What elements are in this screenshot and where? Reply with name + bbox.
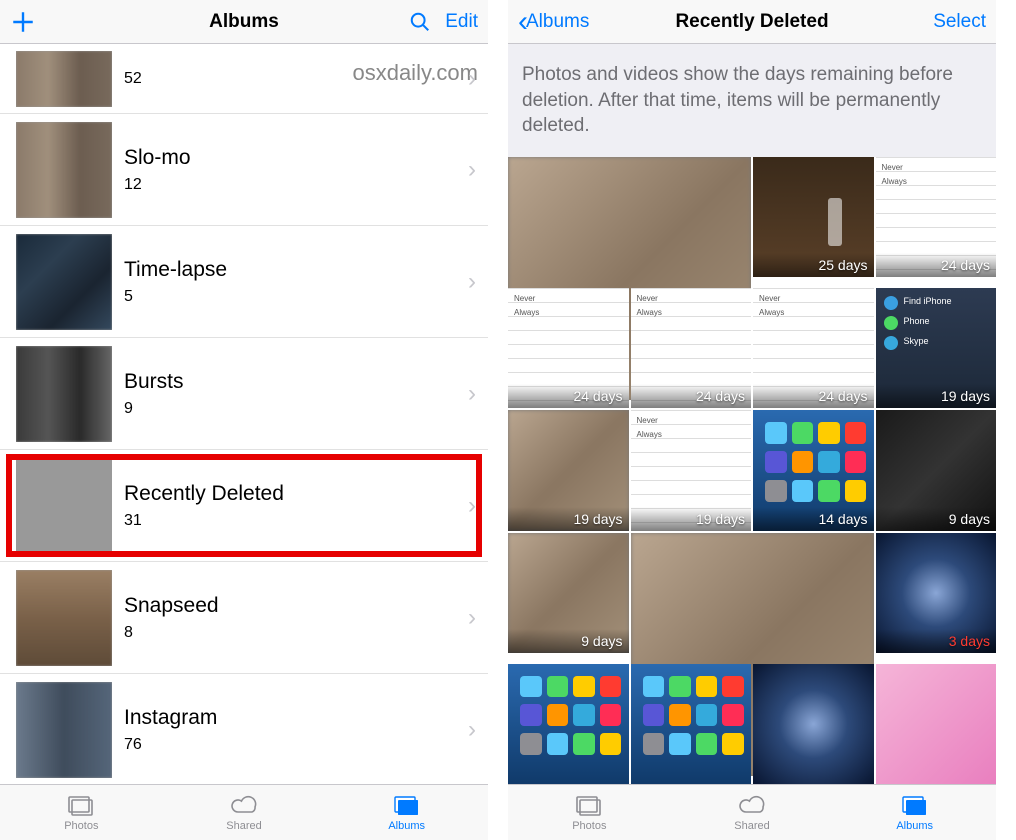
album-row[interactable]: Snapseed 8 › bbox=[0, 562, 488, 674]
tab-shared[interactable]: Shared bbox=[671, 785, 834, 840]
info-banner: Photos and videos show the days remainin… bbox=[508, 44, 996, 157]
album-row[interactable]: Instagram 76 › bbox=[0, 674, 488, 784]
chevron-right-icon: › bbox=[468, 268, 476, 296]
photo-thumbnail[interactable] bbox=[508, 664, 629, 785]
album-row[interactable]: Slo-mo 12 › bbox=[0, 114, 488, 226]
days-remaining-label: 9 days bbox=[876, 507, 997, 531]
photo-thumbnail[interactable]: NeverAlways19 days bbox=[631, 410, 752, 531]
album-count: 12 bbox=[124, 176, 468, 194]
album-title: Time-lapse bbox=[124, 258, 468, 282]
album-thumbnail bbox=[16, 51, 112, 107]
album-count: 8 bbox=[124, 624, 468, 642]
chevron-right-icon: › bbox=[468, 156, 476, 184]
photo-thumbnail[interactable]: NeverAlways24 days bbox=[508, 288, 629, 409]
cloud-icon bbox=[229, 794, 259, 818]
album-count: 5 bbox=[124, 288, 468, 306]
album-title: Snapseed bbox=[124, 594, 468, 618]
tab-label: Photos bbox=[64, 820, 98, 832]
chevron-right-icon: › bbox=[468, 65, 476, 93]
album-count: 9 bbox=[124, 400, 468, 418]
tab-bar: Photos Shared Albums bbox=[0, 784, 488, 840]
photo-grid: 25 daysNeverAlways24 daysNeverAlways24 d… bbox=[508, 157, 996, 784]
photo-thumbnail[interactable]: NeverAlways24 days bbox=[753, 288, 874, 409]
tab-label: Photos bbox=[572, 820, 606, 832]
album-thumbnail bbox=[16, 234, 112, 330]
chevron-right-icon: › bbox=[468, 604, 476, 632]
cloud-icon bbox=[737, 794, 767, 818]
days-remaining-label: 19 days bbox=[508, 507, 629, 531]
albums-icon bbox=[392, 794, 422, 818]
albums-icon bbox=[900, 794, 930, 818]
tab-bar: Photos Shared Albums bbox=[508, 784, 996, 840]
album-thumbnail bbox=[16, 570, 112, 666]
album-thumbnail bbox=[16, 346, 112, 442]
days-remaining-label: 3 days bbox=[876, 629, 997, 653]
days-remaining-label: 9 days bbox=[508, 629, 629, 653]
photo-thumbnail[interactable] bbox=[631, 664, 752, 785]
recently-deleted-screen: ‹ Albums Recently Deleted Select Photos … bbox=[508, 0, 996, 840]
days-remaining-label: 24 days bbox=[876, 253, 997, 277]
albums-list: 52 › Slo-mo 12 › Time-lapse 5 › Bursts 9 bbox=[0, 44, 488, 784]
photo-thumbnail[interactable]: NeverAlways24 days bbox=[631, 288, 752, 409]
photo-thumbnail[interactable]: 14 days bbox=[753, 410, 874, 531]
tab-label: Albums bbox=[896, 820, 933, 832]
nav-title: Recently Deleted bbox=[638, 11, 866, 33]
photo-thumbnail[interactable]: 9 days bbox=[876, 410, 997, 531]
album-count: 31 bbox=[124, 512, 468, 530]
album-row[interactable]: 52 › bbox=[0, 44, 488, 114]
nav-bar: ‹ Albums Recently Deleted Select bbox=[508, 0, 996, 44]
chevron-right-icon: › bbox=[468, 492, 476, 520]
tab-label: Shared bbox=[226, 820, 261, 832]
photo-thumbnail[interactable]: 19 days bbox=[508, 410, 629, 531]
photo-thumbnail[interactable] bbox=[753, 664, 874, 785]
album-title: Instagram bbox=[124, 706, 468, 730]
album-thumbnail bbox=[16, 682, 112, 778]
album-count: 76 bbox=[124, 736, 468, 754]
photo-thumbnail[interactable] bbox=[876, 664, 997, 785]
days-remaining-label: 14 days bbox=[753, 507, 874, 531]
add-album-button[interactable] bbox=[10, 9, 36, 35]
days-remaining-label: 25 days bbox=[753, 253, 874, 277]
album-title: Recently Deleted bbox=[124, 482, 468, 506]
photo-thumbnail[interactable]: 9 days bbox=[508, 533, 629, 654]
photos-icon bbox=[574, 794, 604, 818]
back-button[interactable]: ‹ Albums bbox=[518, 7, 589, 37]
album-title: Bursts bbox=[124, 370, 468, 394]
days-remaining-label: 24 days bbox=[753, 384, 874, 408]
back-label: Albums bbox=[526, 11, 589, 33]
nav-bar: Albums Edit bbox=[0, 0, 488, 44]
nav-title: Albums bbox=[130, 11, 358, 33]
album-row[interactable]: Bursts 9 › bbox=[0, 338, 488, 450]
days-remaining-label: 24 days bbox=[631, 384, 752, 408]
tab-albums[interactable]: Albums bbox=[833, 785, 996, 840]
album-thumbnail bbox=[16, 122, 112, 218]
tab-label: Albums bbox=[388, 820, 425, 832]
days-remaining-label: 19 days bbox=[631, 507, 752, 531]
album-row[interactable]: Time-lapse 5 › bbox=[0, 226, 488, 338]
search-button[interactable] bbox=[409, 11, 431, 33]
album-thumbnail bbox=[16, 458, 112, 554]
photo-thumbnail[interactable]: 25 days bbox=[753, 157, 874, 278]
select-button[interactable]: Select bbox=[933, 11, 986, 33]
chevron-right-icon: › bbox=[468, 716, 476, 744]
chevron-right-icon: › bbox=[468, 380, 476, 408]
tab-albums[interactable]: Albums bbox=[325, 785, 488, 840]
album-count: 52 bbox=[124, 70, 468, 88]
albums-screen: Albums Edit osxdaily.com 52 › Slo-mo 12 … bbox=[0, 0, 488, 840]
tab-photos[interactable]: Photos bbox=[0, 785, 163, 840]
tab-label: Shared bbox=[734, 820, 769, 832]
album-row-recently-deleted[interactable]: Recently Deleted 31 › bbox=[0, 450, 488, 562]
days-remaining-label: 24 days bbox=[508, 384, 629, 408]
edit-button[interactable]: Edit bbox=[445, 11, 478, 33]
photo-thumbnail[interactable]: 3 days bbox=[876, 533, 997, 654]
days-remaining-label: 19 days bbox=[876, 384, 997, 408]
album-title: Slo-mo bbox=[124, 146, 468, 170]
photos-icon bbox=[66, 794, 96, 818]
photo-thumbnail[interactable]: Find iPhonePhoneSkype19 days bbox=[876, 288, 997, 409]
tab-photos[interactable]: Photos bbox=[508, 785, 671, 840]
tab-shared[interactable]: Shared bbox=[163, 785, 326, 840]
photo-thumbnail[interactable]: NeverAlways24 days bbox=[876, 157, 997, 278]
